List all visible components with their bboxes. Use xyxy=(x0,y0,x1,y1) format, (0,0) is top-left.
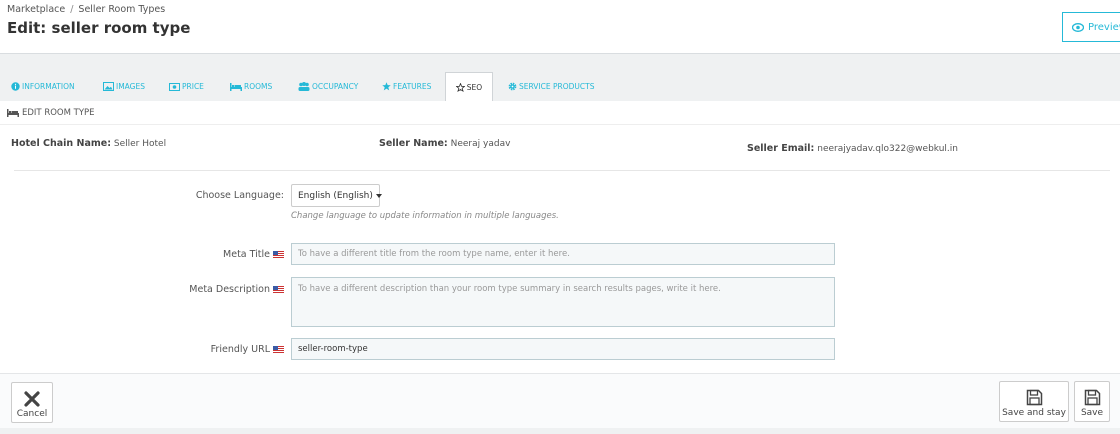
breadcrumb: Marketplace / Seller Room Types xyxy=(7,4,165,15)
close-icon xyxy=(24,391,40,407)
tab-features[interactable]: Features xyxy=(382,72,431,101)
us-flag-icon[interactable] xyxy=(273,345,284,353)
meta-description-textarea[interactable] xyxy=(291,277,835,327)
meta-title-label: Meta Title xyxy=(223,248,270,260)
caret-down-icon xyxy=(375,193,382,198)
panel-heading-label: Edit Room Type xyxy=(22,107,95,118)
image-icon xyxy=(103,82,114,91)
language-select[interactable]: English (English) xyxy=(291,184,382,207)
tab-label: Price xyxy=(182,82,204,91)
cog-icon xyxy=(508,82,517,91)
meta-title-label-row: Meta Title xyxy=(100,247,284,261)
preview-label: Preview xyxy=(1088,21,1120,33)
seller-name-info: Seller Name: Neeraj yadav xyxy=(379,138,510,149)
tab-service-products[interactable]: Service Products xyxy=(508,72,594,101)
users-icon xyxy=(298,82,310,91)
breadcrumb-item-seller-room-types[interactable]: Seller Room Types xyxy=(78,4,165,15)
seller-email-label: Seller Email: xyxy=(747,143,815,154)
tab-label: Service Products xyxy=(519,82,595,91)
language-value: English (English) xyxy=(298,190,373,201)
tab-label: Features xyxy=(393,82,432,91)
breadcrumb-item-marketplace[interactable]: Marketplace xyxy=(7,4,65,15)
tab-label: Images xyxy=(116,82,145,91)
hotel-chain-info: Hotel Chain Name: Seller Hotel xyxy=(11,138,166,149)
tab-label: Occupancy xyxy=(312,82,359,91)
friendly-url-label: Friendly URL xyxy=(210,343,270,355)
divider xyxy=(14,170,1110,171)
seller-email-value: neerajyadav.qlo322@webkul.in xyxy=(817,144,958,154)
save-and-stay-button[interactable]: Save and stay xyxy=(999,381,1069,422)
panel-footer: Cancel Save and stay Save xyxy=(0,373,1120,428)
tab-bar: Information Images Price Rooms Occupancy… xyxy=(0,72,1120,101)
star-outline-icon xyxy=(455,82,465,92)
friendly-url-input[interactable] xyxy=(291,338,835,360)
breadcrumb-separator: / xyxy=(70,4,74,15)
bed-icon xyxy=(230,82,242,91)
language-help: Change language to update information in… xyxy=(291,211,559,221)
star-icon xyxy=(382,82,391,91)
us-flag-icon[interactable] xyxy=(273,250,284,258)
friendly-url-label-row: Friendly URL xyxy=(100,342,284,356)
floppy-disk-icon xyxy=(1084,389,1100,406)
cancel-button[interactable]: Cancel xyxy=(11,382,53,423)
save-and-stay-label: Save and stay xyxy=(1002,408,1066,418)
tab-label: SEO xyxy=(466,82,483,92)
cancel-label: Cancel xyxy=(16,409,48,419)
save-button[interactable]: Save xyxy=(1074,381,1110,422)
eye-icon xyxy=(1072,22,1084,32)
floppy-disk-icon xyxy=(1026,389,1042,406)
meta-title-input[interactable] xyxy=(291,243,835,265)
edit-panel: Edit Room Type Hotel Chain Name: Seller … xyxy=(0,101,1120,373)
meta-description-label-row: Meta Description xyxy=(100,282,284,296)
preview-button[interactable]: Preview xyxy=(1062,12,1120,42)
seller-name-value: Neeraj yadav xyxy=(450,139,511,149)
tab-price[interactable]: Price xyxy=(169,72,204,101)
seller-name-label: Seller Name: xyxy=(379,138,448,149)
save-label: Save xyxy=(1080,408,1104,418)
seller-email-info: Seller Email: neerajyadav.qlo322@webkul.… xyxy=(747,143,958,154)
money-icon xyxy=(169,82,180,91)
hotel-chain-value: Seller Hotel xyxy=(113,139,167,149)
tab-seo[interactable]: SEO xyxy=(445,72,493,101)
tab-occupancy[interactable]: Occupancy xyxy=(298,72,358,101)
tab-information[interactable]: Information xyxy=(11,72,75,101)
us-flag-icon[interactable] xyxy=(273,285,284,293)
page-title: Edit: seller room type xyxy=(7,19,191,37)
panel-heading: Edit Room Type xyxy=(0,101,1120,125)
tab-label: Rooms xyxy=(244,82,273,91)
info-circle-icon xyxy=(11,82,20,91)
meta-description-label: Meta Description xyxy=(189,283,270,295)
language-label: Choose Language: xyxy=(195,189,284,201)
bed-icon xyxy=(7,108,19,117)
page-header: Marketplace / Seller Room Types Edit: sell… xyxy=(0,0,1120,54)
tab-rooms[interactable]: Rooms xyxy=(230,72,272,101)
hotel-chain-label: Hotel Chain Name: xyxy=(11,138,112,149)
tab-images[interactable]: Images xyxy=(103,72,145,101)
bottom-strip xyxy=(0,428,1120,434)
tab-label: Information xyxy=(22,82,75,91)
